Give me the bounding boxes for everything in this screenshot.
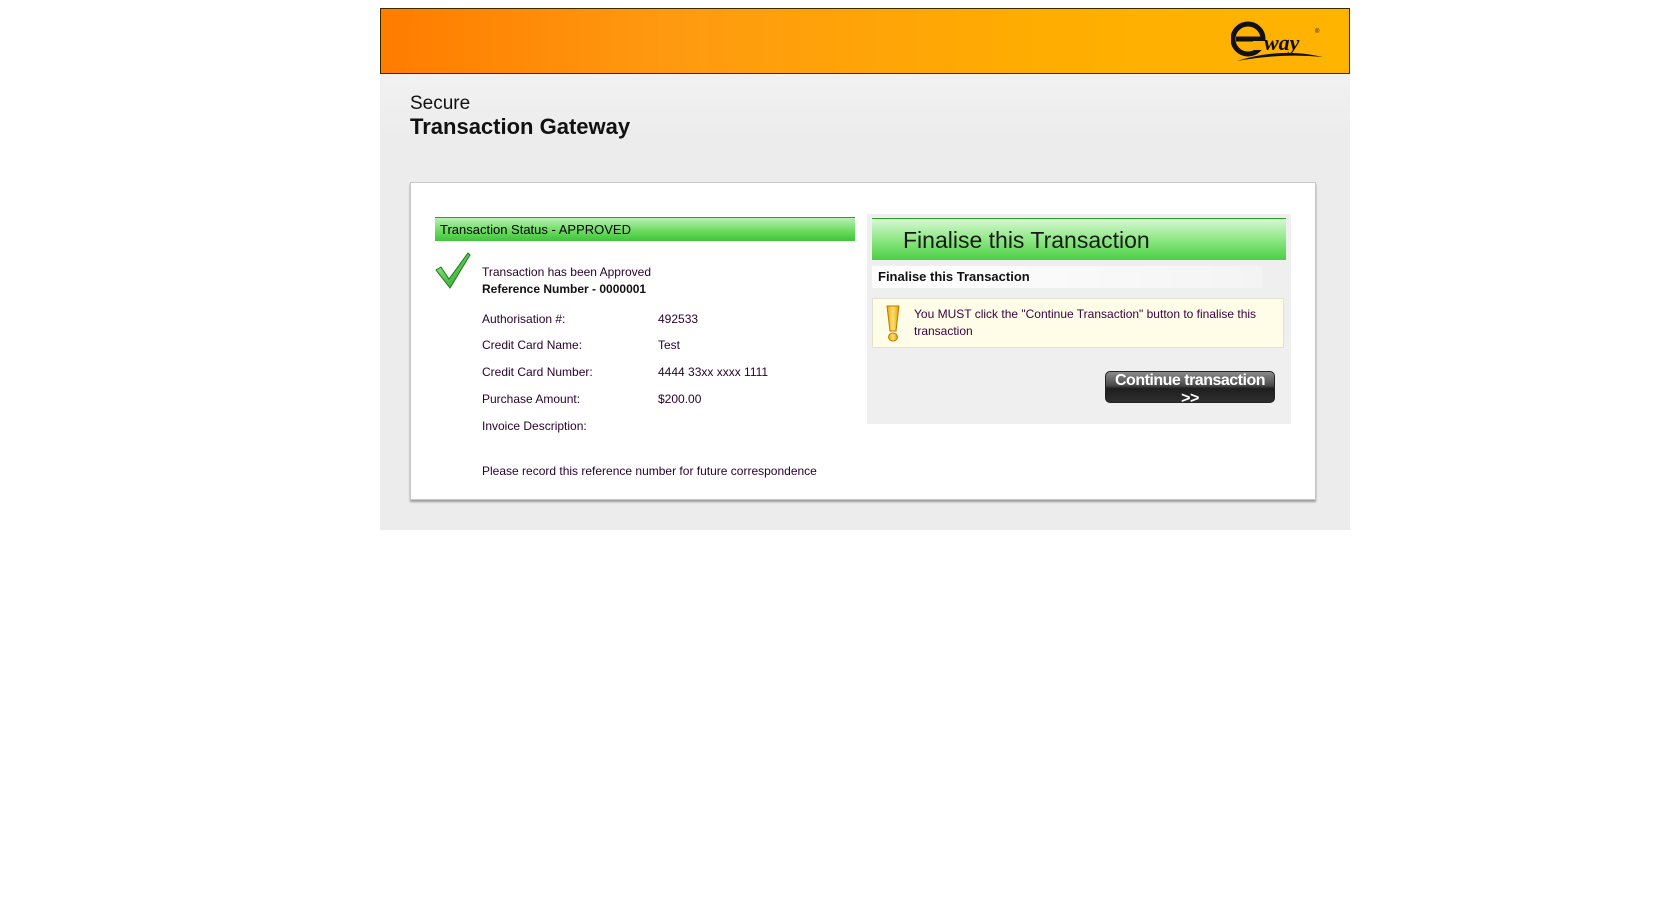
warning-box: You MUST click the "Continue Transaction… [872,298,1284,348]
invoice-description-label: Invoice Description: [482,419,587,433]
transaction-status-header: Transaction Status - APPROVED [435,217,855,241]
card-name-value: Test [658,338,681,352]
gateway-title-line2: Transaction Gateway [410,114,631,139]
continue-transaction-button[interactable]: Continue transaction >> [1105,371,1275,407]
exclamation-icon [886,305,900,342]
reference-number: Reference Number - 0000001 [482,282,647,296]
card-number-label: Credit Card Number: [482,365,593,379]
warning-text: You MUST click the "Continue Transaction… [914,307,1257,338]
card-number-value: 4444 33xx xxxx 1111 [658,365,769,379]
authorisation-value: 492533 [658,312,699,326]
purchase-amount-label: Purchase Amount: [482,392,581,406]
card-name-label: Credit Card Name: [482,338,583,352]
transaction-content-box: Transaction Status - APPROVED Transactio… [410,182,1316,500]
svg-text:way: way [1264,30,1300,55]
gateway-title-line1: Secure [410,93,471,114]
finalise-panel: Finalise this Transaction Finalise this … [867,214,1291,424]
finalise-subheader: Finalise this Transaction [872,266,1262,288]
svg-text:®: ® [1315,28,1320,35]
check-mark-icon [435,252,471,289]
reference-footnote: Please record this reference number for … [482,464,817,478]
header-banner: way ® [380,8,1350,74]
approved-message: Transaction has been Approved [482,265,652,279]
authorisation-label: Authorisation #: [482,312,566,326]
page-wrapper: way ® Secure Transaction Gateway Transac… [380,8,1350,530]
finalise-header: Finalise this Transaction [872,218,1286,260]
purchase-amount-value: $200.00 [658,392,702,406]
gateway-title: Secure Transaction Gateway [410,94,630,140]
eway-logo: way ® [1231,21,1323,61]
